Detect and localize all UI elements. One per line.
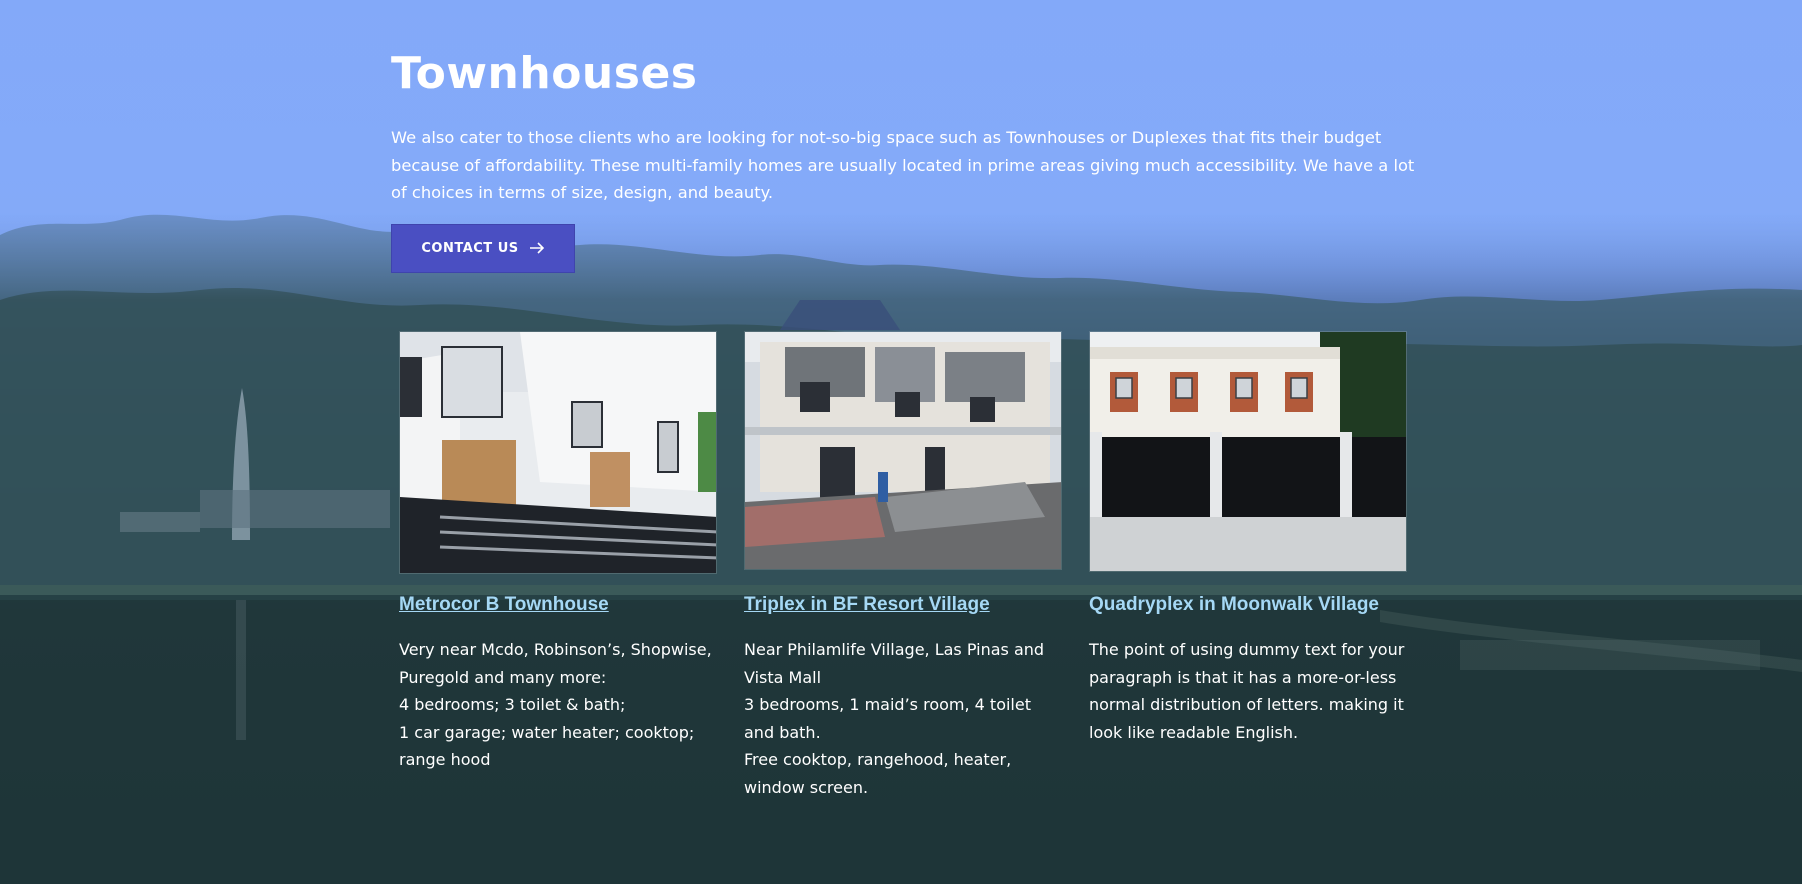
description-line: window screen.	[744, 777, 869, 797]
listing-title-link[interactable]: Triplex in BF Resort Village	[744, 594, 1062, 616]
description-line: Free cooktop, rangehood, heater,	[744, 750, 1012, 769]
listing-photo[interactable]	[1089, 331, 1407, 572]
description-line: Near Philamlife Village, Las Pinas and	[744, 640, 1045, 659]
description-line: and bath.	[744, 722, 821, 742]
listing-description: Very near Mcdo, Robinson’s, Shopwise, Pu…	[399, 636, 717, 774]
description-line: Vista Mall	[744, 667, 822, 687]
arrow-right-icon	[529, 241, 545, 257]
description-line: 4 bedrooms; 3 toilet & bath;	[399, 695, 626, 714]
description-line: normal distribution of letters. making i…	[1089, 695, 1404, 714]
description-line: look like readable English.	[1089, 722, 1299, 742]
listing-description: The point of using dummy text for your p…	[1089, 636, 1407, 746]
listing-title-link[interactable]: Quadryplex in Moonwalk Village	[1089, 594, 1407, 616]
description-line: paragraph is that it has a more-or-less	[1089, 667, 1397, 687]
description-line: Puregold and many more:	[399, 667, 607, 687]
description-line: 3 bedrooms, 1 maid’s room, 4 toilet	[744, 695, 1031, 714]
listing-card: Triplex in BF Resort Village Near Philam…	[744, 331, 1062, 801]
listing-title-link[interactable]: Metrocor B Townhouse	[399, 594, 717, 616]
description-line: range hood	[399, 750, 491, 769]
section-intro: We also cater to those clients who are l…	[391, 128, 1415, 202]
listing-card: Metrocor B Townhouse Very near Mcdo, Rob…	[399, 331, 717, 774]
contact-us-label: CONTACT US	[421, 241, 519, 256]
description-line: 1 car garage; water heater; cooktop;	[399, 722, 695, 742]
listing-photo[interactable]	[744, 331, 1062, 570]
listing-description: Near Philamlife Village, Las Pinas and V…	[744, 636, 1062, 801]
description-line: The point of using dummy text for your	[1089, 640, 1405, 659]
listing-card: Quadryplex in Moonwalk Village The point…	[1089, 331, 1407, 746]
description-line: Very near Mcdo, Robinson’s, Shopwise,	[399, 640, 712, 659]
listing-photo[interactable]	[399, 331, 717, 574]
section-title: Townhouses	[391, 48, 698, 99]
townhouses-section: Townhouses We also cater to those client…	[0, 0, 1802, 884]
contact-us-button[interactable]: CONTACT US	[391, 224, 575, 273]
